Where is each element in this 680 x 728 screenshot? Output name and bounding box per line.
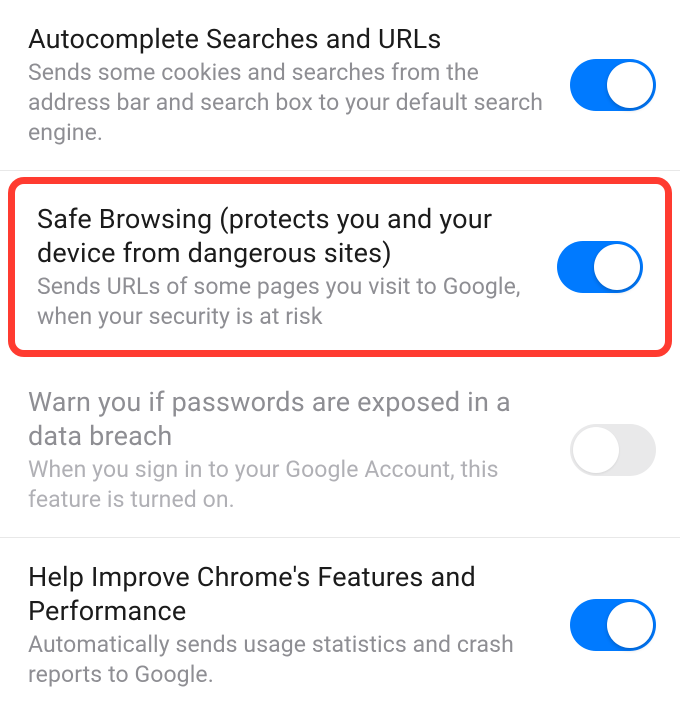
- setting-title: Autocomplete Searches and URLs: [28, 22, 550, 56]
- toggle-password-breach: [570, 424, 656, 476]
- toggle-knob: [607, 62, 653, 108]
- setting-title: Safe Browsing (protects you and your dev…: [37, 202, 537, 270]
- setting-autocomplete[interactable]: Autocomplete Searches and URLs Sends som…: [0, 0, 680, 171]
- setting-title: Warn you if passwords are exposed in a d…: [28, 385, 550, 453]
- setting-safe-browsing[interactable]: Safe Browsing (protects you and your dev…: [8, 177, 672, 357]
- toggle-autocomplete[interactable]: [570, 59, 656, 111]
- toggle-knob: [573, 427, 619, 473]
- toggle-safe-browsing[interactable]: [557, 241, 643, 293]
- setting-text: Safe Browsing (protects you and your dev…: [37, 202, 557, 332]
- toggle-knob: [607, 602, 653, 648]
- setting-text: Help Improve Chrome's Features and Perfo…: [28, 560, 570, 690]
- setting-subtitle: Sends URLs of some pages you visit to Go…: [37, 272, 537, 332]
- settings-list: Autocomplete Searches and URLs Sends som…: [0, 0, 680, 712]
- setting-text: Warn you if passwords are exposed in a d…: [28, 385, 570, 515]
- setting-title: Help Improve Chrome's Features and Perfo…: [28, 560, 550, 628]
- setting-password-breach: Warn you if passwords are exposed in a d…: [0, 363, 680, 538]
- toggle-improve-chrome[interactable]: [570, 599, 656, 651]
- setting-text: Autocomplete Searches and URLs Sends som…: [28, 22, 570, 148]
- setting-subtitle: When you sign in to your Google Account,…: [28, 455, 550, 515]
- setting-improve-chrome[interactable]: Help Improve Chrome's Features and Perfo…: [0, 538, 680, 712]
- setting-subtitle: Sends some cookies and searches from the…: [28, 58, 550, 148]
- toggle-knob: [594, 244, 640, 290]
- setting-subtitle: Automatically sends usage statistics and…: [28, 630, 550, 690]
